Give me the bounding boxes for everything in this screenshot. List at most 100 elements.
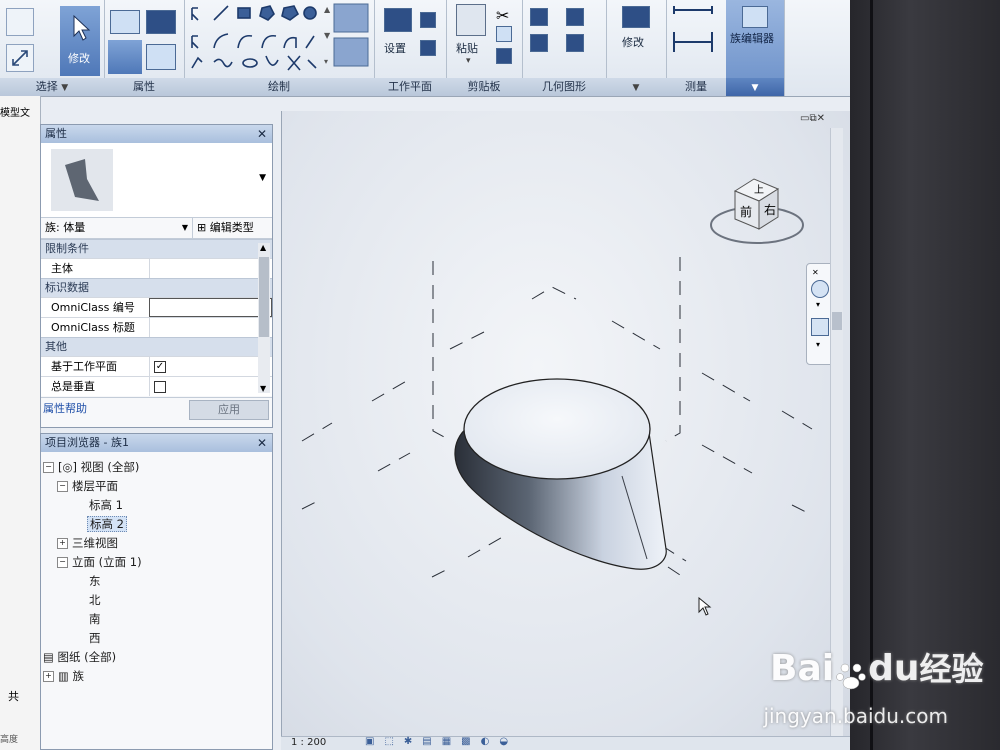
collapse-icon[interactable]: − [43, 462, 54, 473]
cut-icon[interactable]: ✂ [496, 6, 509, 25]
family-editor-label[interactable]: 族编辑器 [730, 30, 774, 46]
category-identity-data[interactable]: 标识数据⌃ [41, 278, 272, 297]
ribbon-label-modify[interactable]: ▼ [606, 78, 666, 96]
family-types-icon[interactable] [146, 10, 176, 34]
scroll-thumb[interactable] [832, 312, 842, 330]
omniclass-title-value[interactable] [149, 318, 272, 337]
set-workplane-label[interactable]: 设置 [384, 40, 406, 56]
category-constraints[interactable]: 限制条件⌃ [41, 239, 272, 258]
ribbon-label-family-editor[interactable]: ▼ [726, 78, 784, 96]
ribbon-group-draw: ▲ ▼ ▾ 绘制 [184, 0, 375, 96]
mass-thumbnail-icon [51, 149, 113, 211]
match-properties-icon[interactable] [496, 48, 512, 64]
modify-select-button[interactable]: 修改 [60, 6, 100, 76]
family-category-icon[interactable] [110, 10, 140, 34]
views-icon: [◎] [58, 460, 78, 474]
workplane-viewer-icon[interactable] [420, 40, 436, 56]
collapse-icon[interactable]: − [57, 557, 68, 568]
scroll-down-icon[interactable]: ▼ [260, 384, 266, 393]
load-into-project-icon[interactable] [742, 6, 768, 28]
tree-node-south[interactable]: 南 [89, 610, 101, 628]
project-browser-panel: 项目浏览器 - 族1 ✕ − [◎] 视图 (全部) − 楼层平面 标高 1 标高 2… [40, 433, 273, 750]
modify-label[interactable]: 修改 [622, 34, 644, 50]
type-selector[interactable]: ▼ [41, 143, 272, 218]
properties-help-link[interactable]: 属性帮助 [43, 398, 87, 420]
tree-node-north[interactable]: 北 [89, 591, 101, 609]
ribbon-label-select[interactable]: 选择 ▼ [0, 78, 104, 96]
tree-node-sheets[interactable]: ▤ 图纸 (全部) [43, 648, 116, 666]
ribbon-group-clipboard: 粘贴 ▾ ✂ 剪贴板 [446, 0, 523, 96]
ribbon-group-select: 修改 选择 ▼ [0, 0, 105, 96]
edit-type-button[interactable]: ⊞ 编辑类型 [197, 218, 254, 238]
copy-icon[interactable] [496, 26, 512, 42]
modify-icon[interactable] [622, 6, 650, 28]
set-workplane-icon[interactable] [384, 8, 412, 32]
apply-button[interactable]: 应用 [189, 400, 269, 420]
wall-join-icon[interactable] [566, 8, 584, 26]
tree-node-3d-views[interactable]: + 三维视图 [57, 534, 118, 552]
properties-button[interactable] [108, 40, 142, 74]
tree-node-east[interactable]: 东 [89, 572, 101, 590]
workplane-based-checkbox[interactable]: ✓ [154, 361, 166, 373]
ribbon-group-measure: 测量 [666, 0, 727, 96]
close-icon[interactable]: ✕ [812, 268, 819, 277]
expand-icon[interactable]: + [57, 538, 68, 549]
paste-dropdown-icon[interactable]: ▾ [466, 56, 471, 66]
paste-icon[interactable] [456, 4, 486, 36]
paste-label[interactable]: 粘贴 [456, 40, 478, 56]
omniclass-number-input[interactable] [149, 298, 272, 317]
measure-icon[interactable] [666, 0, 726, 70]
split-face-icon[interactable] [566, 34, 584, 52]
join-geometry-icon[interactable] [530, 34, 548, 52]
type-properties-icon[interactable] [146, 44, 176, 70]
ribbon-label-geometry: 几何图形 [522, 78, 606, 96]
tree-node-views[interactable]: − [◎] 视图 (全部) [43, 458, 139, 476]
tree-node-level-2[interactable]: 标高 2 [87, 515, 127, 533]
tree-node-floor-plans[interactable]: − 楼层平面 [57, 477, 118, 495]
ribbon-label-draw: 绘制 [184, 78, 374, 96]
left-strip: 模型文 共 高度 [0, 96, 41, 750]
baidu-service-text: 经验 [919, 650, 984, 688]
view-scale[interactable]: 1 : 200 [291, 737, 326, 748]
always-vertical-checkbox[interactable] [154, 381, 166, 393]
collapse-icon[interactable]: − [57, 481, 68, 492]
scroll-up-icon[interactable]: ▲ [260, 243, 266, 252]
baidu-url: jingyan.baidu.com [763, 704, 948, 728]
tree-node-families[interactable]: + ▥ 族 [43, 667, 84, 685]
tree-node-level-1[interactable]: 标高 1 [89, 496, 123, 514]
draw-tools-icon[interactable]: ▲ ▼ ▾ [184, 0, 374, 78]
tree-node-elevations[interactable]: − 立面 (立面 1) [57, 553, 142, 571]
properties-scrollbar[interactable]: ▲ ▼ [258, 243, 270, 393]
chevron-down-icon[interactable]: ▼ [259, 173, 266, 183]
family-selector[interactable]: 族: 体量 ▼ [41, 218, 193, 238]
3d-viewport[interactable]: ▭⧉✕ 上 前 右 ✕ ▾ ▾ [281, 111, 850, 750]
view-control-icons[interactable]: ▣⬚✱▤▦▩◐◒ [365, 736, 518, 747]
tree-node-west[interactable]: 西 [89, 629, 101, 647]
cut-geometry-icon[interactable] [530, 8, 548, 26]
property-row: OmniClass 标题 [41, 317, 272, 337]
chevron-down-icon[interactable]: ▾ [816, 340, 820, 349]
properties-footer: 属性帮助 应用 [41, 397, 272, 420]
close-icon[interactable]: ✕ [257, 434, 267, 452]
viewcube-right-label[interactable]: 右 [764, 201, 776, 218]
category-other[interactable]: 其他⌃ [41, 337, 272, 356]
cone-top-face[interactable] [463, 378, 651, 480]
ribbon-label-measure: 测量 [666, 78, 726, 96]
zoom-icon[interactable] [811, 318, 829, 336]
ribbon-group-properties: 属性 [104, 0, 185, 96]
steering-wheel-icon[interactable] [811, 280, 829, 298]
monitor-bezel [850, 0, 1000, 750]
viewcube-top-label: 上 [754, 185, 764, 196]
chevron-down-icon[interactable]: ▾ [816, 300, 820, 309]
left-corner-icon[interactable] [6, 8, 34, 36]
viewcube[interactable]: 上 前 右 [702, 171, 812, 261]
scroll-thumb[interactable] [259, 257, 269, 337]
resize-icon[interactable] [6, 44, 34, 72]
viewcube-front-label[interactable]: 前 [740, 203, 752, 220]
expand-icon[interactable]: + [43, 671, 54, 682]
close-icon[interactable]: ✕ [257, 125, 267, 143]
show-workplane-icon[interactable] [420, 12, 436, 28]
families-icon: ▥ [58, 669, 69, 683]
properties-panel-title: 属性 ✕ [41, 125, 272, 143]
host-value[interactable] [149, 259, 272, 278]
